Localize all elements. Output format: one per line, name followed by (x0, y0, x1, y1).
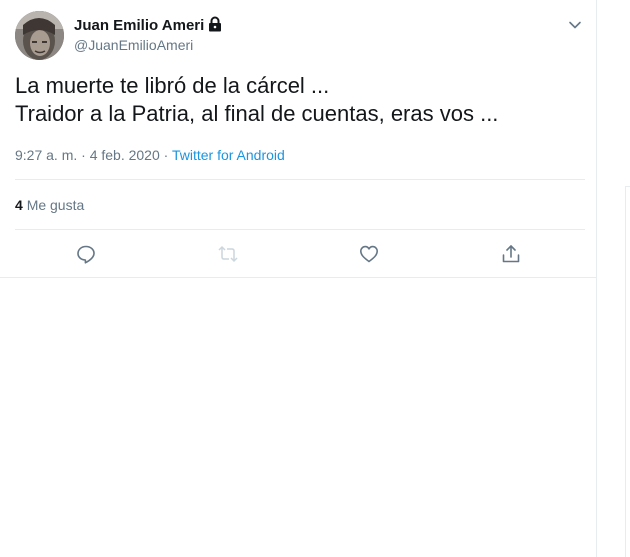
divider (15, 229, 585, 230)
share-button[interactable] (500, 243, 522, 265)
chevron-down-icon (569, 21, 581, 29)
right-column (598, 0, 630, 557)
tweet-timestamp[interactable]: 9:27 a. m. · 4 feb. 2020 (15, 147, 160, 163)
likes-stat[interactable]: 4 Me gusta (15, 197, 84, 213)
retweet-button[interactable] (217, 243, 239, 265)
heart-icon (360, 245, 378, 263)
avatar-image (15, 11, 64, 60)
reply-icon (77, 245, 95, 264)
divider (626, 186, 630, 187)
tweet-text: La muerte te libró de la cárcel ... Trai… (15, 72, 585, 128)
page: Juan Emilio Ameri @JuanEmilioAmeri La mu… (0, 0, 630, 557)
likes-label: Me gusta (26, 197, 85, 213)
tweet-meta: 9:27 a. m. · 4 feb. 2020 · Twitter for A… (15, 147, 285, 163)
column-divider-gap (625, 0, 626, 186)
tweet-source-link[interactable]: Twitter for Android (172, 147, 285, 163)
tweet-text-line: La muerte te libró de la cárcel ... (15, 73, 330, 98)
author-name[interactable]: Juan Emilio Ameri (74, 17, 204, 34)
retweet-icon (218, 245, 238, 263)
like-button[interactable] (358, 243, 380, 265)
lock-icon (207, 16, 223, 36)
divider (15, 179, 585, 180)
more-options-button[interactable] (566, 16, 584, 34)
share-icon (502, 245, 520, 263)
tweet-card: Juan Emilio Ameri @JuanEmilioAmeri La mu… (0, 0, 597, 557)
avatar[interactable] (15, 11, 64, 60)
divider (0, 277, 597, 278)
likes-count: 4 (15, 197, 23, 213)
meta-separator: · (159, 147, 172, 163)
author-name-row[interactable]: Juan Emilio Ameri (74, 16, 223, 36)
reply-button[interactable] (75, 243, 97, 265)
author-handle[interactable]: @JuanEmilioAmeri (74, 37, 193, 53)
tweet-text-line: Traidor a la Patria, al final de cuentas… (15, 101, 499, 126)
